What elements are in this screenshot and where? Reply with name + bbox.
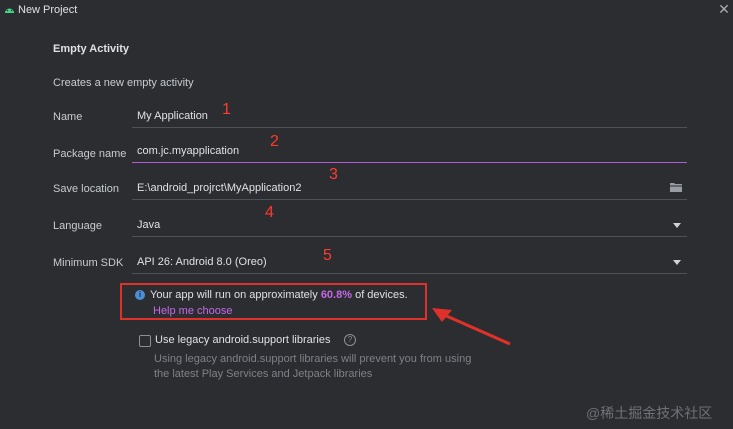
annotation-1: 1 xyxy=(222,101,231,118)
minimum-sdk-value: API 26: Android 8.0 (Oreo) xyxy=(137,256,267,268)
legacy-libraries-checkbox[interactable] xyxy=(139,335,151,347)
minimum-sdk-label: Minimum SDK xyxy=(53,257,124,269)
save-location-value: E:\android_projrct\MyApplication2 xyxy=(137,182,302,194)
android-icon xyxy=(5,8,14,13)
name-label: Name xyxy=(53,111,83,123)
chevron-down-icon[interactable] xyxy=(673,260,681,265)
coverage-text-before: Your app will run on approximately xyxy=(150,289,321,301)
title-bar: New Project ✕ xyxy=(0,0,733,22)
window-title: New Project xyxy=(18,4,78,16)
annotation-5: 5 xyxy=(323,247,332,264)
chevron-down-icon[interactable] xyxy=(673,223,681,228)
legacy-libraries-label[interactable]: Use legacy android.support libraries xyxy=(155,334,330,346)
coverage-percent: 60.8% xyxy=(320,289,353,301)
watermark: @稀土掘金技术社区 xyxy=(586,405,713,421)
coverage-text-after: of devices. xyxy=(352,289,408,301)
annotation-4: 4 xyxy=(265,204,274,221)
language-dropdown[interactable]: Java xyxy=(132,215,687,237)
legacy-note-line-1: Using legacy android.support libraries w… xyxy=(154,353,472,365)
minimum-sdk-dropdown[interactable]: API 26: Android 8.0 (Oreo) xyxy=(132,252,687,274)
package-value: com.jc.myapplication xyxy=(137,145,240,157)
close-icon[interactable]: ✕ xyxy=(717,2,731,16)
annotation-arrow xyxy=(432,308,511,346)
folder-icon[interactable] xyxy=(670,182,682,192)
coverage-text: Your app will run on approximately 60.8%… xyxy=(150,289,408,301)
save-location-field[interactable]: E:\android_projrct\MyApplication2 xyxy=(132,178,687,200)
save-location-label: Save location xyxy=(53,183,120,195)
language-value: Java xyxy=(137,219,161,231)
package-label: Package name xyxy=(53,148,127,160)
section-subtitle: Creates a new empty activity xyxy=(53,77,194,89)
package-name-field[interactable]: com.jc.myapplication xyxy=(132,141,687,163)
section-title: Empty Activity xyxy=(53,43,130,55)
info-icon: i xyxy=(135,290,145,300)
name-field[interactable]: My Application xyxy=(132,106,687,128)
annotation-2: 2 xyxy=(270,133,279,150)
annotation-3: 3 xyxy=(329,166,338,183)
name-value: My Application xyxy=(137,110,208,122)
legacy-note-line-2: the latest Play Services and Jetpack lib… xyxy=(154,368,373,380)
language-label: Language xyxy=(53,220,102,232)
device-coverage-info: i Your app will run on approximately 60.… xyxy=(120,283,427,320)
help-icon[interactable]: ? xyxy=(344,334,356,346)
help-me-choose-link[interactable]: Help me choose xyxy=(153,305,233,317)
